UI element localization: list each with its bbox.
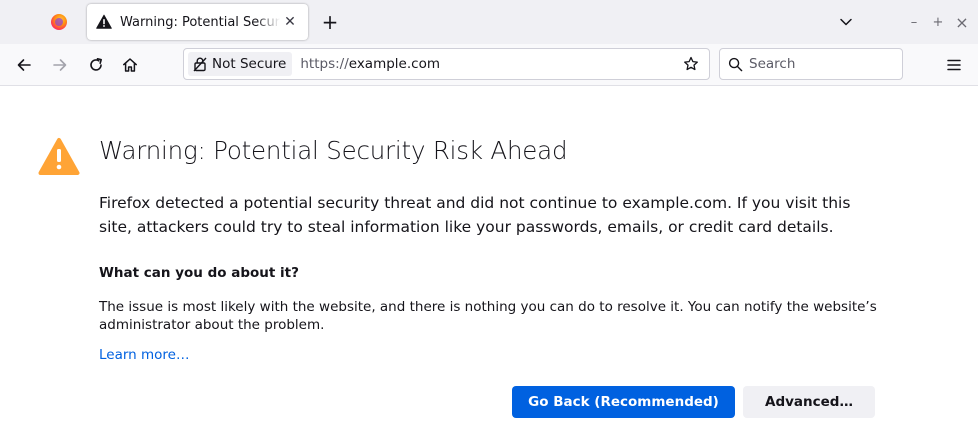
firefox-logo-icon [51, 14, 67, 30]
site-identity-button[interactable]: Not Secure [188, 52, 293, 76]
url-text[interactable]: https://example.com [300, 56, 679, 72]
search-icon [728, 57, 743, 71]
bookmark-star-button[interactable] [679, 52, 703, 76]
reload-button[interactable] [80, 49, 112, 81]
issue-description: The issue is most likely with the websit… [99, 299, 877, 333]
forward-button[interactable] [44, 49, 76, 81]
what-can-you-do-heading: What can you do about it? [99, 265, 299, 281]
minimize-button[interactable]: – [904, 12, 924, 32]
close-window-button[interactable]: × [952, 12, 972, 32]
home-button[interactable] [114, 49, 146, 81]
home-icon [123, 58, 137, 72]
page-title: Warning: Potential Security Risk Ahead [99, 136, 568, 165]
arrow-left-icon [17, 59, 31, 71]
app-menu-button[interactable] [938, 49, 970, 81]
tab-close-icon[interactable]: ✕ [280, 12, 300, 32]
warning-triangle-icon [38, 138, 80, 175]
tab-security-warning[interactable]: Warning: Potential Security Risk Ahead ✕ [87, 4, 308, 40]
search-input[interactable]: Search [749, 56, 795, 72]
star-icon [684, 56, 698, 71]
navigation-toolbar: Not Secure https://example.com Search [0, 44, 978, 86]
intro-paragraph: Firefox detected a potential security th… [99, 194, 851, 236]
tab-strip: Warning: Potential Security Risk Ahead ✕… [0, 0, 978, 44]
warning-icon [96, 14, 112, 29]
back-button[interactable] [8, 49, 40, 81]
url-scheme: https:// [300, 56, 349, 72]
learn-more-link[interactable]: Learn more… [99, 347, 190, 363]
tab-title: Warning: Potential Security Risk Ahead [120, 14, 280, 30]
go-back-button[interactable]: Go Back (Recommended) [512, 386, 735, 418]
hamburger-menu-icon [947, 59, 961, 71]
chevron-down-icon [840, 18, 852, 26]
url-host: example.com [348, 56, 440, 72]
reload-icon [90, 58, 102, 71]
url-bar[interactable]: Not Secure https://example.com [183, 48, 710, 80]
advanced-button[interactable]: Advanced… [743, 386, 875, 418]
insecure-lock-icon [193, 57, 207, 72]
list-all-tabs-button[interactable] [832, 8, 860, 36]
new-tab-button[interactable]: + [316, 8, 344, 36]
not-secure-label: Not Secure [212, 56, 287, 72]
arrow-right-icon [53, 59, 67, 71]
search-bar[interactable]: Search [719, 48, 903, 80]
maximize-button[interactable]: + [928, 12, 948, 32]
firefox-view-tab[interactable] [40, 6, 78, 38]
